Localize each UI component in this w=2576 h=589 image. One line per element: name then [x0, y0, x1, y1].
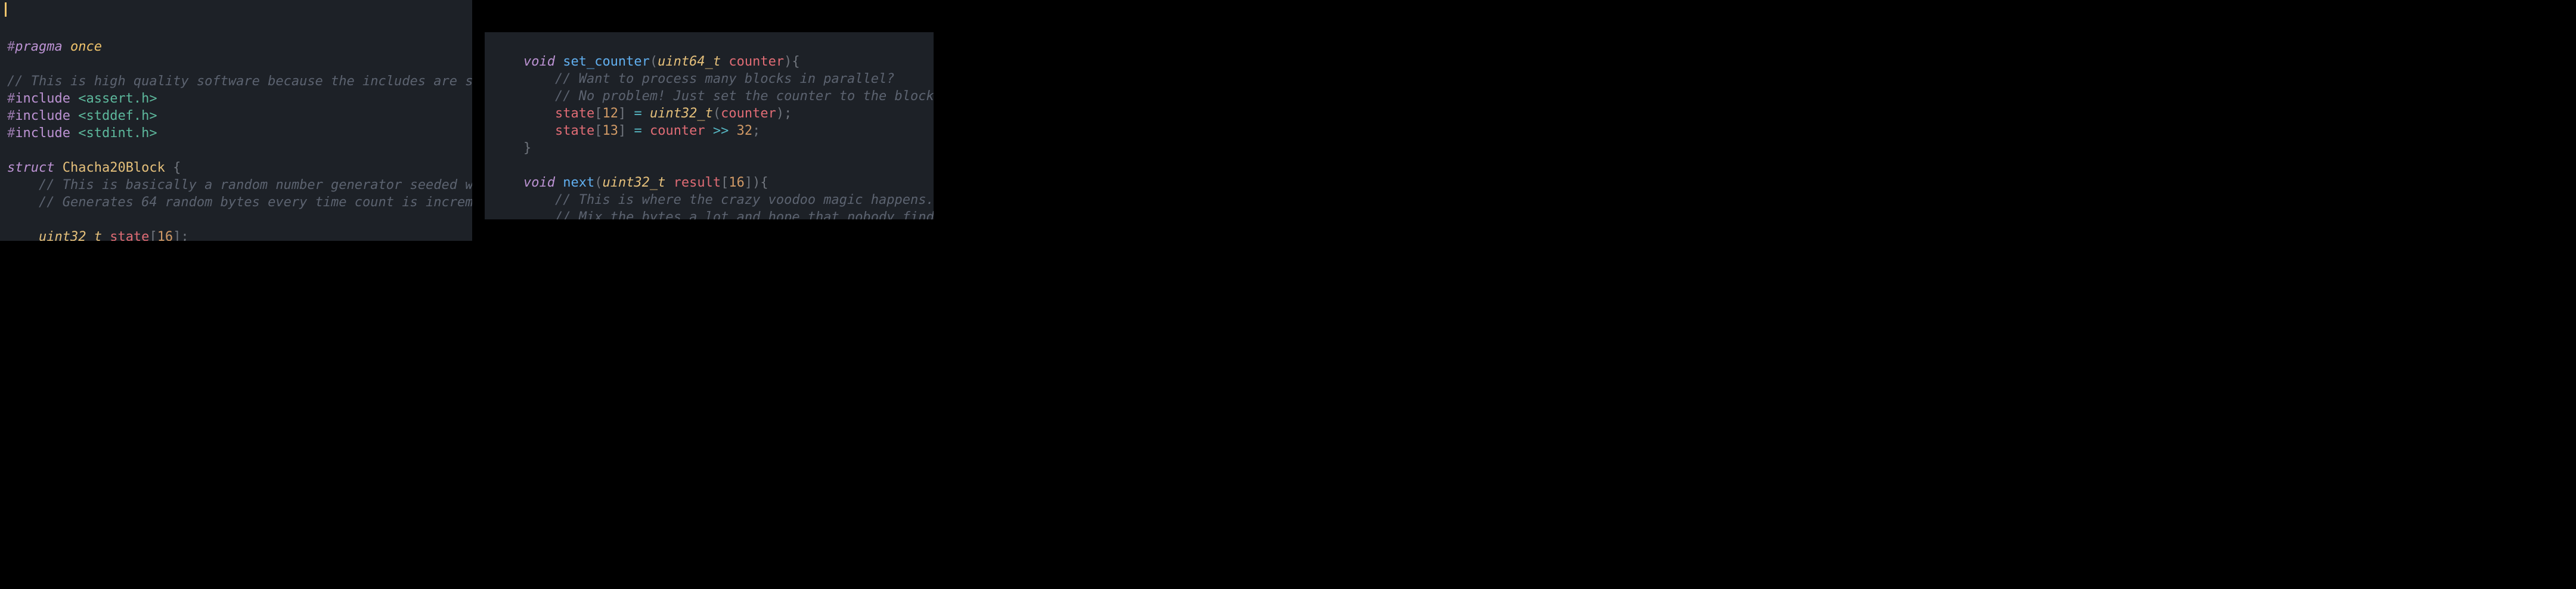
struct-name: Chacha20Block: [54, 160, 173, 175]
inc2-hash: #: [7, 108, 15, 123]
nx-pt: uint32_t: [602, 175, 665, 190]
inc2-kw: include: [15, 108, 70, 123]
shr32: >>: [705, 123, 737, 138]
br-c: ];: [173, 230, 189, 241]
nx-lb: {: [760, 175, 768, 190]
code-editor-right[interactable]: void set_counter(uint64_t counter){ // W…: [485, 32, 934, 219]
pragma-once: once: [63, 39, 102, 54]
sc-pc: ): [784, 54, 792, 69]
semi: ;: [752, 123, 760, 138]
inc2-hdr: <stddef.h>: [70, 108, 157, 123]
n12: 12: [602, 106, 618, 121]
sc-po: (: [650, 54, 658, 69]
nx-bo: [: [721, 175, 729, 190]
bro13: [: [594, 123, 602, 138]
comment-rng2: // Generates 64 random bytes every time …: [39, 195, 472, 210]
brc13: ]: [618, 123, 634, 138]
bro12: [: [594, 106, 602, 121]
sixteen: 16: [157, 230, 173, 241]
inc1-kw: include: [15, 91, 70, 106]
sc-void: void: [523, 54, 555, 69]
pragma-kw: pragma: [15, 39, 62, 54]
sc-c2: // No problem! Just set the counter to t…: [555, 89, 934, 104]
inc3-hdr: <stdint.h>: [70, 126, 157, 141]
cast-po: (: [713, 106, 721, 121]
inc1-hash: #: [7, 91, 15, 106]
br-o: [: [149, 230, 157, 241]
field-name: state: [102, 230, 149, 241]
sc-name: set_counter: [555, 54, 650, 69]
n13: 13: [602, 123, 618, 138]
sc-rb: }: [523, 141, 531, 156]
cnt2: counter: [650, 123, 705, 138]
comment-rng1: // This is basically a random number gen…: [39, 178, 472, 193]
eq12: =: [634, 106, 650, 121]
sc-lb: {: [792, 54, 799, 69]
inc3-hash: #: [7, 126, 15, 141]
struct-kw: struct: [7, 160, 54, 175]
field-type: uint32_t: [39, 230, 102, 241]
thirtytwo2: 32: [737, 123, 753, 138]
cast-cnt: counter: [721, 106, 776, 121]
comment-sort: // This is high quality software because…: [7, 74, 472, 89]
lbrace: {: [173, 160, 181, 175]
state12: state: [555, 106, 594, 121]
cast-t: uint32_t: [650, 106, 713, 121]
nx-name: next: [555, 175, 594, 190]
text-cursor: [5, 2, 7, 17]
brc12: ]: [618, 106, 634, 121]
nx-pc: ): [752, 175, 760, 190]
state13: state: [555, 123, 594, 138]
inc1-hdr: <assert.h>: [70, 91, 157, 106]
sc-c1: // Want to process many blocks in parall…: [555, 72, 895, 86]
nx-void: void: [523, 175, 555, 190]
nx-bc: ]: [745, 175, 752, 190]
sc-pt: uint64_t: [658, 54, 721, 69]
nx-pn: result: [665, 175, 721, 190]
nx-c2: // Mix the bytes a lot and hope that nob…: [555, 210, 934, 219]
sc-pn: counter: [721, 54, 784, 69]
nx-c1: // This is where the crazy voodoo magic …: [555, 193, 934, 207]
nx-16: 16: [729, 175, 745, 190]
inc3-kw: include: [15, 126, 70, 141]
pragma-hash: #: [7, 39, 15, 54]
nx-po: (: [594, 175, 602, 190]
eq13: =: [634, 123, 650, 138]
code-editor-left[interactable]: #pragma once // This is high quality sof…: [0, 0, 472, 241]
cast-pc: );: [776, 106, 792, 121]
